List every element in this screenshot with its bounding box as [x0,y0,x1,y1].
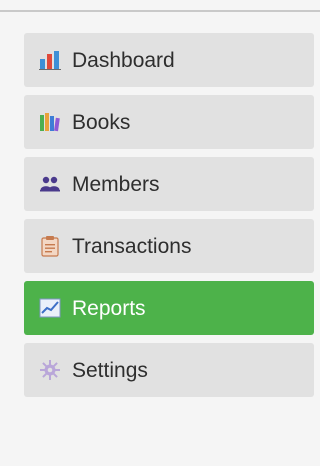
sidebar-item-reports[interactable]: Reports [24,281,314,335]
sidebar-item-transactions[interactable]: Transactions [24,219,314,273]
clipboard-icon [38,234,62,258]
line-chart-icon [38,296,62,320]
sidebar-item-label: Members [72,172,160,196]
bar-chart-icon [38,48,62,72]
gear-icon [38,358,62,382]
sidebar-item-dashboard[interactable]: Dashboard [24,33,314,87]
sidebar-item-label: Dashboard [72,48,175,72]
top-divider [0,10,320,12]
sidebar-item-label: Transactions [72,234,192,258]
sidebar-item-label: Books [72,110,131,134]
sidebar-item-label: Settings [72,358,148,382]
sidebar-item-label: Reports [72,296,146,320]
books-icon [38,110,62,134]
sidebar-nav: Dashboard Books Members Transactions Rep… [24,33,314,405]
sidebar-item-members[interactable]: Members [24,157,314,211]
sidebar-item-books[interactable]: Books [24,95,314,149]
members-icon [38,172,62,196]
sidebar-item-settings[interactable]: Settings [24,343,314,397]
